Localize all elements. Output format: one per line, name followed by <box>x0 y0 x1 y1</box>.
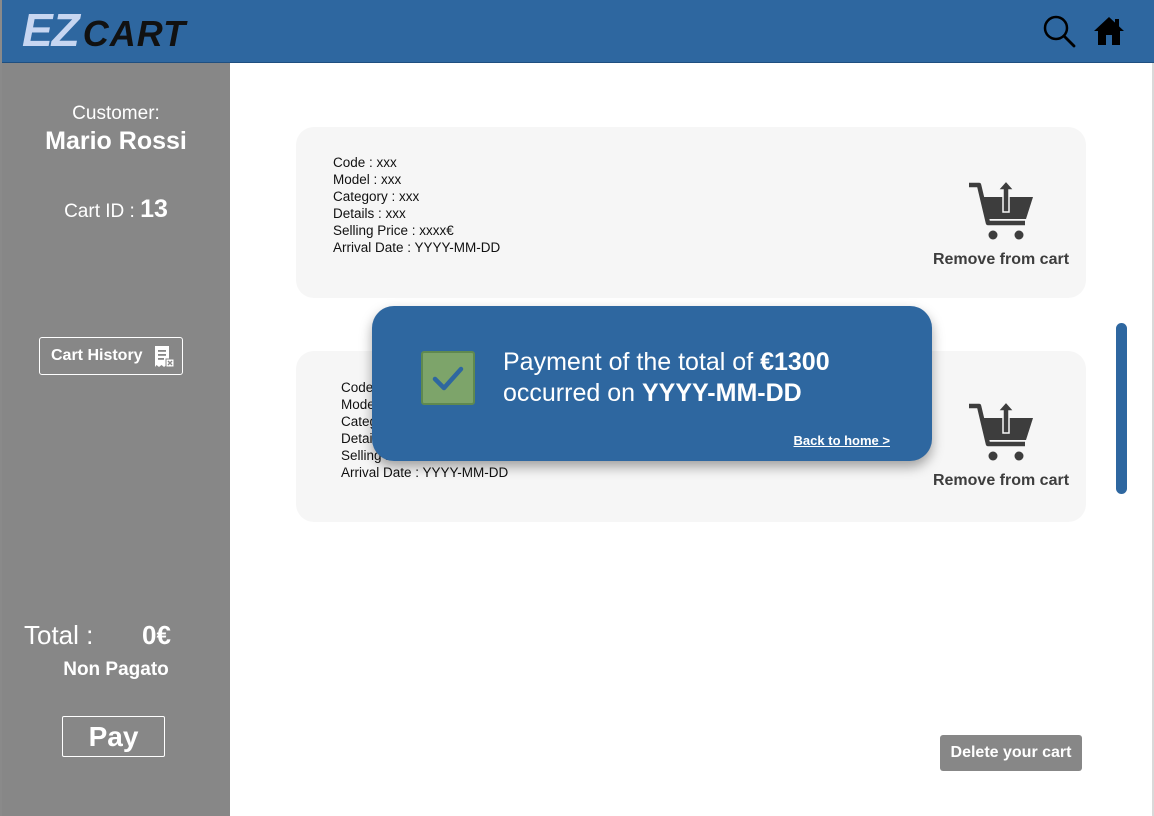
payment-message-line1: Payment of the total of €1300 <box>503 347 830 378</box>
item-arrival-date: Arrival Date : YYYY-MM-DD <box>333 240 501 255</box>
logo-cart: CART <box>82 13 187 54</box>
cart-remove-icon <box>969 400 1033 461</box>
scrollbar-thumb[interactable] <box>1116 323 1127 494</box>
payment-amount: €1300 <box>760 348 830 376</box>
payment-status: Non Pagato <box>63 659 169 680</box>
remove-from-cart-button[interactable]: Remove from cart <box>926 398 1076 490</box>
cart-history-label: Cart History <box>51 347 143 364</box>
item-details-text: Details : xxx <box>333 206 406 221</box>
cart-history-button[interactable]: Cart History <box>39 337 183 375</box>
payment-date: YYYY-MM-DD <box>641 379 802 407</box>
sidebar: Customer: Mario Rossi Cart ID : 13 Cart … <box>2 63 230 816</box>
remove-from-cart-label: Remove from cart <box>932 472 1070 489</box>
delete-cart-button[interactable]: Delete your cart <box>940 735 1082 771</box>
total-value: 0€ <box>142 620 171 650</box>
cart-item-card: Code : xxx Model : xxx Category : xxx De… <box>296 127 1086 298</box>
payment-text: Payment of the total of <box>503 348 761 376</box>
item-code: Code : xxx <box>333 155 397 170</box>
item-model: Model : xxx <box>333 172 402 187</box>
home-icon[interactable] <box>1092 14 1126 48</box>
payment-message-line2: occurred on YYYY-MM-DD <box>503 378 830 409</box>
ezcart-logo[interactable]: EZ CART <box>22 6 186 54</box>
customer-name: Mario Rossi <box>45 127 187 155</box>
app-frame: EZ CART Customer: Mario Rossi Cart ID : … <box>0 0 1154 816</box>
cart-id: Cart ID : 13 <box>2 195 230 224</box>
total-label: Total : <box>24 620 94 650</box>
remove-from-cart-label: Remove from cart <box>932 251 1070 268</box>
receipt-icon <box>155 346 175 368</box>
cart-id-label: Cart ID : <box>64 201 141 222</box>
item-selling-price: Selling Price : xxxx€ <box>333 223 454 238</box>
back-to-home-link[interactable]: Back to home > <box>794 433 890 448</box>
customer-label: Customer: <box>72 103 160 124</box>
payment-message: Payment of the total of €1300 occurred o… <box>503 347 830 409</box>
search-icon[interactable] <box>1042 14 1076 48</box>
item-details: Code : xxx Model : xxx Category : xxx De… <box>333 154 500 256</box>
cart-id-value: 13 <box>140 195 168 223</box>
checkmark-icon <box>421 351 475 405</box>
item-arrival-date: Arrival Date : YYYY-MM-DD <box>341 465 509 480</box>
top-bar: EZ CART <box>2 0 1154 63</box>
pay-button[interactable]: Pay <box>62 716 165 757</box>
payment-confirmation-toast: Payment of the total of €1300 occurred o… <box>372 306 932 461</box>
item-category: Category : xxx <box>333 189 420 204</box>
remove-from-cart-button[interactable]: Remove from cart <box>926 177 1076 269</box>
payment-date-text: occurred on <box>503 379 642 407</box>
cart-remove-icon <box>969 179 1033 240</box>
logo-ez: EZ <box>22 4 80 56</box>
